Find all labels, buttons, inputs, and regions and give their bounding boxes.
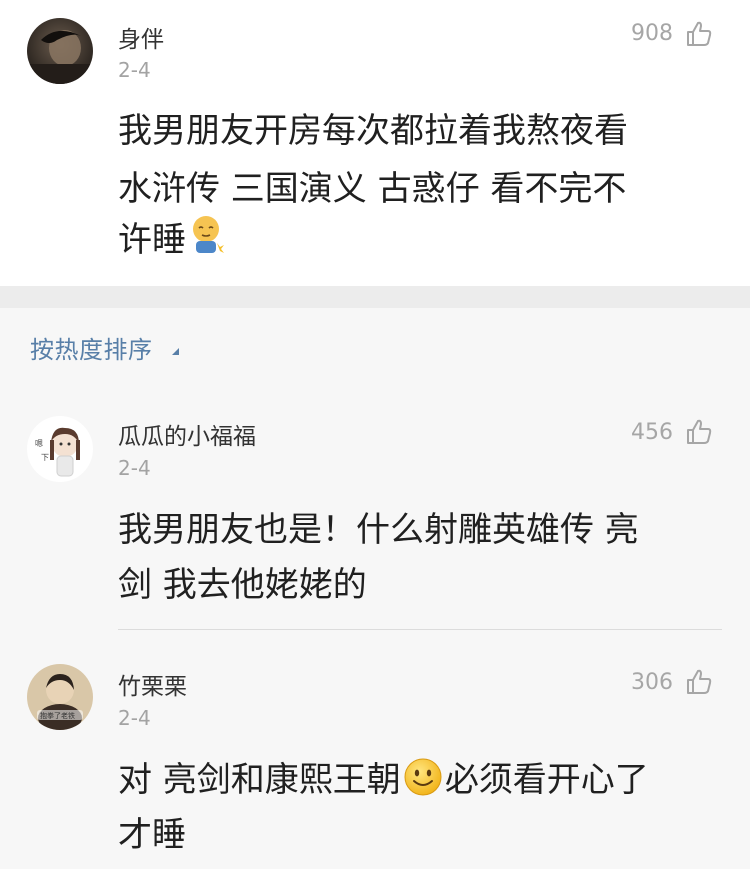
thumbs-up-icon[interactable] (685, 20, 713, 52)
avatar[interactable] (27, 18, 93, 84)
comment-username[interactable]: 身伴 (118, 20, 164, 54)
like-count: 306 (631, 670, 673, 695)
section-divider (0, 286, 750, 308)
reply-text-line: 我男朋友也是！什么射雕英雄传 亮 (118, 510, 639, 550)
reply-username[interactable]: 竹栗栗 (118, 667, 187, 701)
thumbs-up-icon[interactable] (685, 668, 713, 700)
comment-text-line: 许睡 (118, 211, 226, 275)
sort-caret-icon[interactable] (172, 348, 179, 355)
reply-text-line: 剑 我去他姥姥的 (118, 565, 367, 605)
svg-text:嗯: 嗯 (35, 439, 43, 448)
reply-username[interactable]: 瓜瓜的小福福 (118, 417, 256, 451)
smile-emoji-icon (403, 757, 443, 815)
reply-divider (118, 629, 722, 630)
avatar[interactable]: 抱拳了老铁 (27, 664, 93, 730)
comment-text-segment: 许睡 (118, 220, 186, 260)
comment-date: 2-4 (118, 58, 151, 82)
reply-text-line: 才睡 (118, 815, 186, 855)
like-count: 456 (631, 420, 673, 445)
comment-text-line: 水浒传 三国演义 古惑仔 看不完不 (118, 169, 627, 209)
svg-text:抱拳了老铁: 抱拳了老铁 (40, 711, 75, 720)
reply-text-segment: 对 亮剑和康熙王朝 (118, 760, 401, 800)
reply-date: 2-4 (118, 706, 151, 730)
avatar[interactable]: 嗯 下 (27, 416, 93, 482)
reply-text-line: 对 亮剑和康熙王朝 必须看开心了 (118, 751, 649, 815)
thumbs-up-icon[interactable] (685, 418, 713, 450)
reply-text-segment: 必须看开心了 (444, 760, 649, 800)
comment-text-line: 我男朋友开房每次都拉着我熬夜看 (118, 111, 628, 151)
like-count: 908 (631, 21, 673, 46)
sleepy-emoji-icon (190, 213, 226, 275)
svg-text:下: 下 (41, 453, 49, 462)
sort-by-hotness-button[interactable]: 按热度排序 (30, 330, 153, 365)
comment-page: 身伴 2-4 908 我男朋友开房每次都拉着我熬夜看 水浒传 三国演义 古惑仔 … (0, 0, 750, 869)
reply-date: 2-4 (118, 456, 151, 480)
